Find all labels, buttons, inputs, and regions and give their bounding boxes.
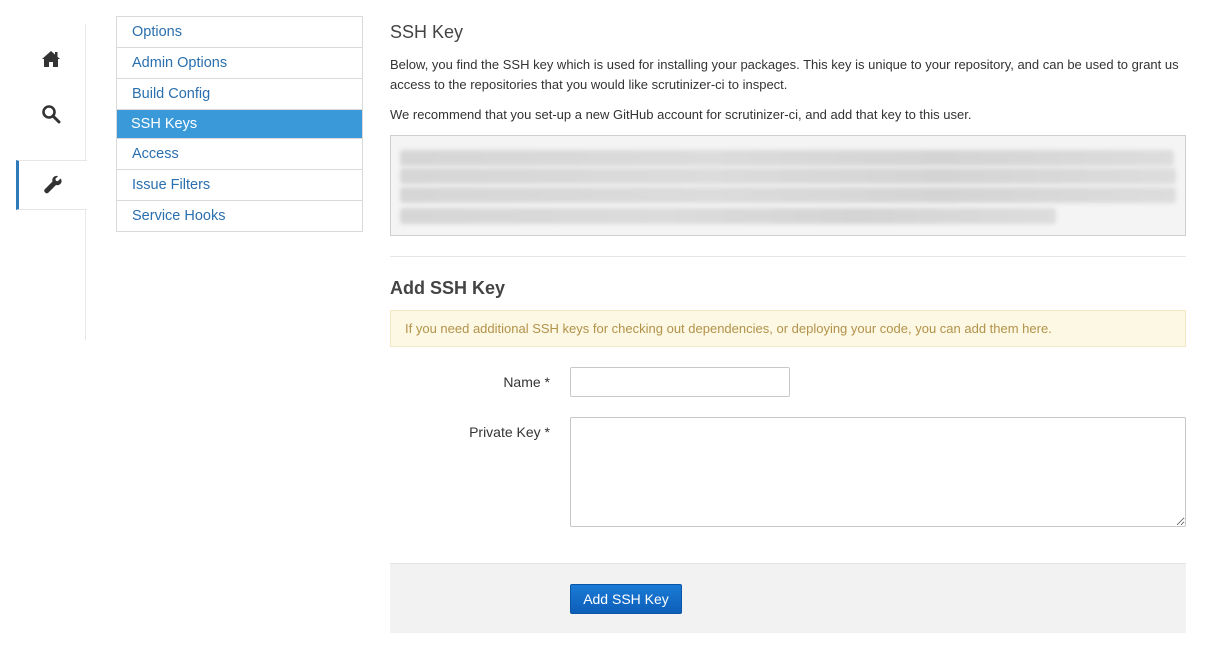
nav-item-access[interactable]: Access <box>117 139 362 170</box>
add-ssh-key-button[interactable]: Add SSH Key <box>570 584 682 614</box>
add-ssh-key-title: Add SSH Key <box>390 278 506 298</box>
redacted-key-line <box>400 150 1174 166</box>
private-key-label: Private Key * <box>469 424 550 440</box>
private-key-textarea[interactable] <box>570 417 1186 527</box>
nav-item-options[interactable]: Options <box>117 17 362 48</box>
name-input[interactable] <box>570 367 790 397</box>
home-button[interactable] <box>16 34 86 84</box>
redacted-key-line <box>400 187 1176 203</box>
redacted-key-line <box>400 208 1056 224</box>
home-icon <box>41 50 61 68</box>
nav-item-service-hooks[interactable]: Service Hooks <box>117 201 362 232</box>
ssh-key-recommendation: We recommend that you set-up a new GitHu… <box>390 107 972 122</box>
form-actions: Add SSH Key <box>390 563 1186 633</box>
redacted-key-line <box>400 168 1176 184</box>
ssh-public-key-box[interactable] <box>390 135 1186 236</box>
ssh-key-title: SSH Key <box>390 22 464 42</box>
settings-button[interactable] <box>16 160 87 210</box>
nav-item-admin-options[interactable]: Admin Options <box>117 48 362 79</box>
name-row: Name * <box>390 367 1186 417</box>
nav-item-issue-filters[interactable]: Issue Filters <box>117 170 362 201</box>
wrench-icon <box>43 175 63 195</box>
ssh-key-description: Below, you find the SSH key which is use… <box>390 57 1179 92</box>
private-key-row: Private Key * <box>390 417 1186 527</box>
section-divider <box>390 256 1186 257</box>
icon-rail <box>16 24 87 340</box>
search-button[interactable] <box>16 89 86 139</box>
main-content: SSH Key Below, you find the SSH key whic… <box>390 20 1186 527</box>
nav-item-ssh-keys[interactable]: SSH Keys <box>117 110 362 139</box>
settings-nav: Options Admin Options Build Config SSH K… <box>116 16 363 232</box>
add-key-notice: If you need additional SSH keys for chec… <box>390 310 1186 347</box>
nav-item-build-config[interactable]: Build Config <box>117 79 362 110</box>
name-label: Name * <box>503 374 550 390</box>
search-icon <box>41 104 61 124</box>
